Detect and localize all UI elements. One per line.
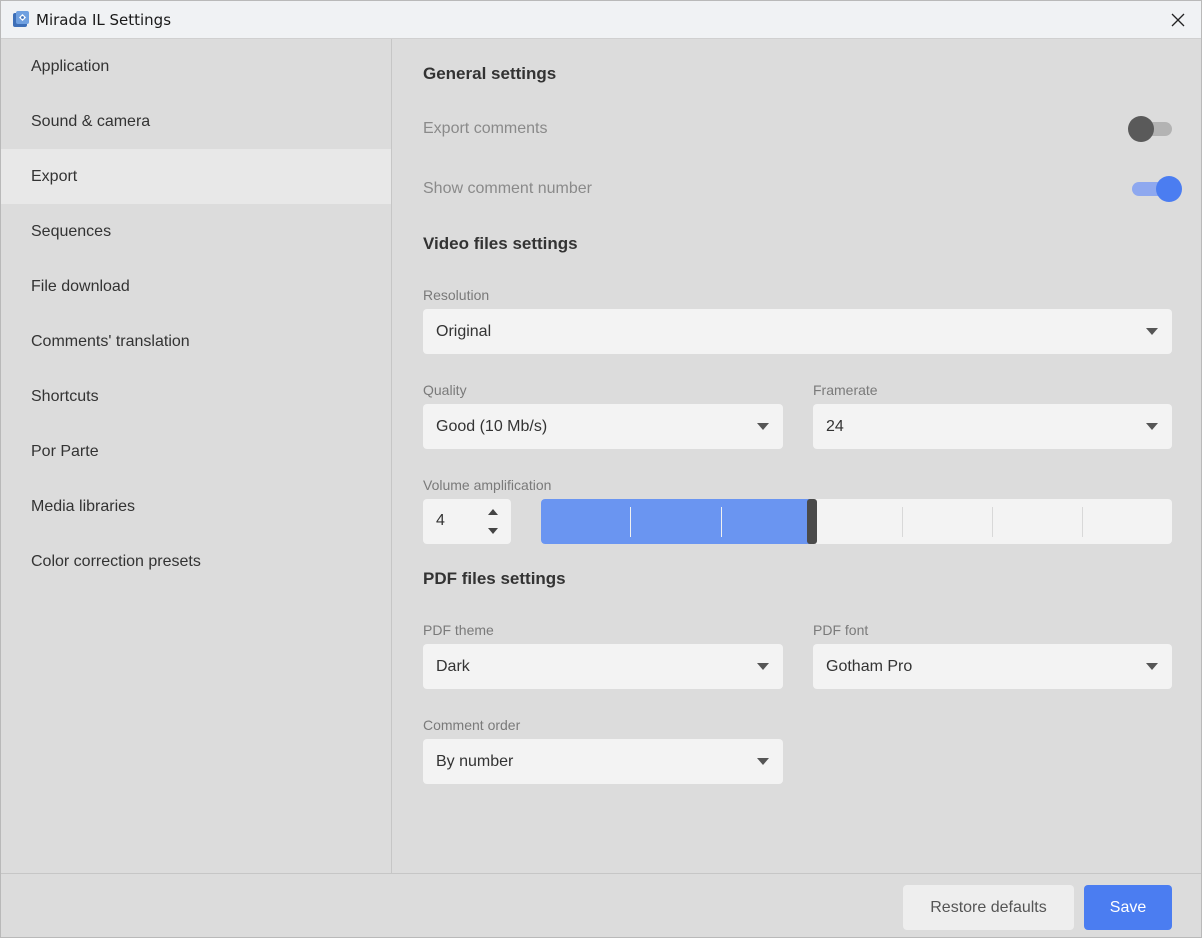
chevron-down-icon xyxy=(1146,328,1158,335)
settings-window: Mirada IL Settings Application Sound & c… xyxy=(0,0,1202,938)
restore-defaults-button[interactable]: Restore defaults xyxy=(903,885,1074,930)
toggle-knob xyxy=(1128,116,1154,142)
slider-fill xyxy=(541,499,811,544)
pdf-font-label: PDF font xyxy=(813,622,869,638)
export-settings-panel: General settings Export comments Show co… xyxy=(393,39,1201,873)
chevron-down-icon xyxy=(1146,663,1158,670)
volume-amplification-slider[interactable] xyxy=(541,499,1172,544)
show-comment-number-label: Show comment number xyxy=(423,180,592,197)
sidebar-item-color-correction-presets[interactable]: Color correction presets xyxy=(1,534,391,589)
chevron-down-icon xyxy=(1146,423,1158,430)
comment-order-select[interactable]: By number xyxy=(423,739,783,784)
slider-tick xyxy=(721,507,722,537)
framerate-select[interactable]: 24 xyxy=(813,404,1172,449)
spin-down-icon[interactable] xyxy=(487,526,499,536)
video-settings-title: Video files settings xyxy=(423,234,578,253)
pdf-font-select[interactable]: Gotham Pro xyxy=(813,644,1172,689)
sidebar: Application Sound & camera Export Sequen… xyxy=(1,39,392,873)
export-comments-toggle[interactable] xyxy=(1128,116,1174,142)
slider-handle[interactable] xyxy=(807,499,817,544)
chevron-down-icon xyxy=(757,663,769,670)
sidebar-item-sequences[interactable]: Sequences xyxy=(1,204,391,259)
comment-order-value: By number xyxy=(436,752,514,770)
volume-amplification-stepper[interactable]: 4 xyxy=(423,499,511,544)
chevron-down-icon xyxy=(757,423,769,430)
toggle-knob xyxy=(1156,176,1182,202)
general-settings-title: General settings xyxy=(423,64,557,83)
pdf-settings-title: PDF files settings xyxy=(423,569,566,588)
pdf-theme-value: Dark xyxy=(436,657,470,675)
quality-value: Good (10 Mb/s) xyxy=(436,417,548,435)
pdf-theme-select[interactable]: Dark xyxy=(423,644,783,689)
sidebar-item-media-libraries[interactable]: Media libraries xyxy=(1,479,391,534)
volume-amplification-label: Volume amplification xyxy=(423,477,552,493)
quality-select[interactable]: Good (10 Mb/s) xyxy=(423,404,783,449)
slider-tick xyxy=(992,507,993,537)
slider-tick xyxy=(902,507,903,537)
slider-tick xyxy=(1082,507,1083,537)
slider-tick xyxy=(630,507,631,537)
sidebar-item-sound-camera[interactable]: Sound & camera xyxy=(1,94,391,149)
title-bar: Mirada IL Settings xyxy=(1,1,1201,39)
sidebar-item-file-download[interactable]: File download xyxy=(1,259,391,314)
resolution-select[interactable]: Original xyxy=(423,309,1172,354)
quality-label: Quality xyxy=(423,382,467,398)
framerate-label: Framerate xyxy=(813,382,878,398)
spin-up-icon[interactable] xyxy=(487,507,499,517)
show-comment-number-toggle[interactable] xyxy=(1128,176,1182,202)
window-title: Mirada IL Settings xyxy=(36,11,172,29)
close-button[interactable] xyxy=(1155,1,1201,38)
sidebar-item-shortcuts[interactable]: Shortcuts xyxy=(1,369,391,424)
footer-bar: Restore defaults Save xyxy=(1,873,1201,937)
sidebar-item-comments-translation[interactable]: Comments' translation xyxy=(1,314,391,369)
pdf-theme-label: PDF theme xyxy=(423,622,494,638)
resolution-label: Resolution xyxy=(423,287,490,303)
framerate-value: 24 xyxy=(826,417,844,435)
close-icon xyxy=(1171,13,1185,26)
comment-order-label: Comment order xyxy=(423,717,521,733)
sidebar-item-application[interactable]: Application xyxy=(1,39,391,94)
volume-value: 4 xyxy=(436,512,445,529)
sidebar-item-export[interactable]: Export xyxy=(1,149,391,204)
chevron-down-icon xyxy=(757,758,769,765)
resolution-value: Original xyxy=(436,322,492,340)
export-comments-label: Export comments xyxy=(423,120,548,137)
sidebar-item-por-parte[interactable]: Por Parte xyxy=(1,424,391,479)
save-button[interactable]: Save xyxy=(1084,885,1172,930)
pdf-font-value: Gotham Pro xyxy=(826,657,913,675)
app-logo-icon xyxy=(12,10,30,28)
